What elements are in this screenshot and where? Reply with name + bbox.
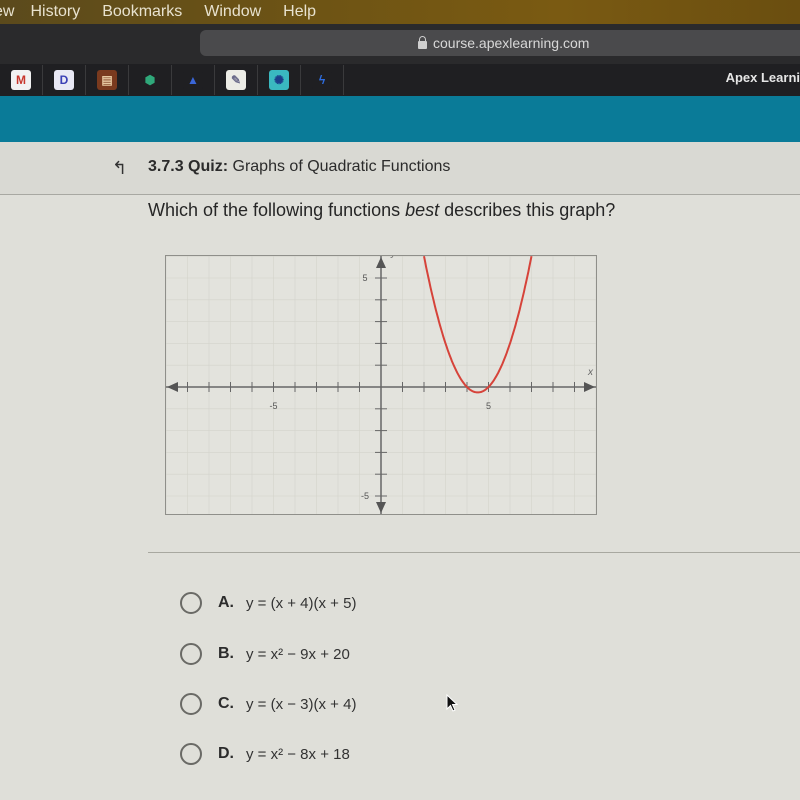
- radio-a[interactable]: [180, 592, 202, 614]
- book-app-icon: ▤: [97, 70, 117, 90]
- x-tick-label: 5: [486, 401, 491, 411]
- parabola-curve: [423, 256, 533, 394]
- url-text: course.apexlearning.com: [433, 35, 590, 51]
- lock-icon: [418, 36, 427, 49]
- menu-help[interactable]: Help: [283, 3, 316, 21]
- quiz-name: Graphs of Quadratic Functions: [232, 158, 451, 175]
- radio-d[interactable]: [180, 743, 202, 765]
- divider: [148, 552, 800, 553]
- choice-expression: y = (x − 3)(x + 4): [246, 695, 357, 713]
- bookmark-item[interactable]: M: [0, 65, 43, 95]
- y-axis-label: y: [390, 256, 397, 259]
- question-emphasis: best: [405, 200, 440, 220]
- stack-logo-icon: ϟ: [312, 70, 332, 90]
- quiz-title: 3.7.3 Quiz: Graphs of Quadratic Function…: [148, 158, 450, 176]
- radio-c[interactable]: [180, 693, 202, 715]
- choice-letter: D.: [218, 745, 234, 762]
- mouse-cursor-icon: [446, 694, 459, 712]
- disney-icon: D: [54, 70, 74, 90]
- x-axis-arrow-right: [584, 382, 595, 392]
- menu-window[interactable]: Window: [204, 3, 261, 21]
- x-axis-arrow-left: [167, 382, 178, 392]
- choice-expression: y = x² − 9x + 20: [246, 645, 350, 663]
- mountain-icon: ▲: [183, 70, 203, 90]
- choice-b[interactable]: B. y = x² − 9x + 20: [180, 643, 350, 665]
- x-tick-label: -5: [269, 401, 277, 411]
- bookmark-item[interactable]: ✎: [215, 65, 258, 95]
- coordinate-plane: -5 5 5 -5 x y: [165, 248, 597, 519]
- bookmarks-bar: M D ▤ ⬢ ▲ ✎ ✺ ϟ: [0, 64, 800, 96]
- y-tick-label: -5: [361, 491, 369, 501]
- khan-academy-icon: ⬢: [140, 70, 160, 90]
- bookmark-item[interactable]: ⬢: [129, 65, 172, 95]
- choice-a[interactable]: A. y = (x + 4)(x + 5): [180, 592, 356, 614]
- menu-bar: ew History Bookmarks Window Help: [0, 0, 800, 24]
- choice-expression: y = (x + 4)(x + 5): [246, 594, 357, 612]
- menu-view[interactable]: ew: [0, 3, 14, 21]
- y-axis-arrow-down: [376, 502, 386, 513]
- menu-bookmarks[interactable]: Bookmarks: [102, 3, 182, 21]
- gmail-icon: M: [11, 70, 31, 90]
- choice-d[interactable]: D. y = x² − 8x + 18: [180, 743, 350, 765]
- quiz-number: 3.7.3: [148, 158, 184, 175]
- tab-title[interactable]: Apex Learni: [726, 70, 800, 85]
- bookmark-item[interactable]: ▲: [172, 65, 215, 95]
- address-bar[interactable]: course.apexlearning.com: [200, 30, 800, 56]
- question-text-end: describes this graph?: [439, 200, 616, 220]
- graph-panel: -5 5 5 -5 x y: [165, 248, 597, 519]
- bookmark-item[interactable]: ✺: [258, 65, 301, 95]
- choice-c[interactable]: C. y = (x − 3)(x + 4): [180, 693, 356, 715]
- teal-app-icon: ✺: [269, 70, 289, 90]
- radio-b[interactable]: [180, 643, 202, 665]
- site-header-bar: [0, 96, 800, 142]
- choice-expression: y = x² − 8x + 18: [246, 745, 350, 763]
- choice-letter: C.: [218, 695, 234, 712]
- choice-letter: B.: [218, 645, 234, 662]
- x-axis-label: x: [587, 367, 594, 378]
- script-logo-icon: ✎: [226, 70, 246, 90]
- y-axis-arrow-up: [376, 257, 386, 268]
- question-text: Which of the following functions best de…: [148, 200, 615, 221]
- menu-history[interactable]: History: [30, 3, 80, 21]
- bookmark-item[interactable]: ▤: [86, 65, 129, 95]
- choice-letter: A.: [218, 594, 234, 611]
- quiz-label: Quiz:: [188, 158, 229, 175]
- bookmark-item[interactable]: ϟ: [301, 65, 344, 95]
- back-up-arrow-icon[interactable]: ↰: [112, 158, 127, 179]
- y-tick-label: 5: [362, 273, 367, 283]
- question-text-start: Which of the following functions: [148, 200, 406, 220]
- bookmark-item[interactable]: D: [43, 65, 86, 95]
